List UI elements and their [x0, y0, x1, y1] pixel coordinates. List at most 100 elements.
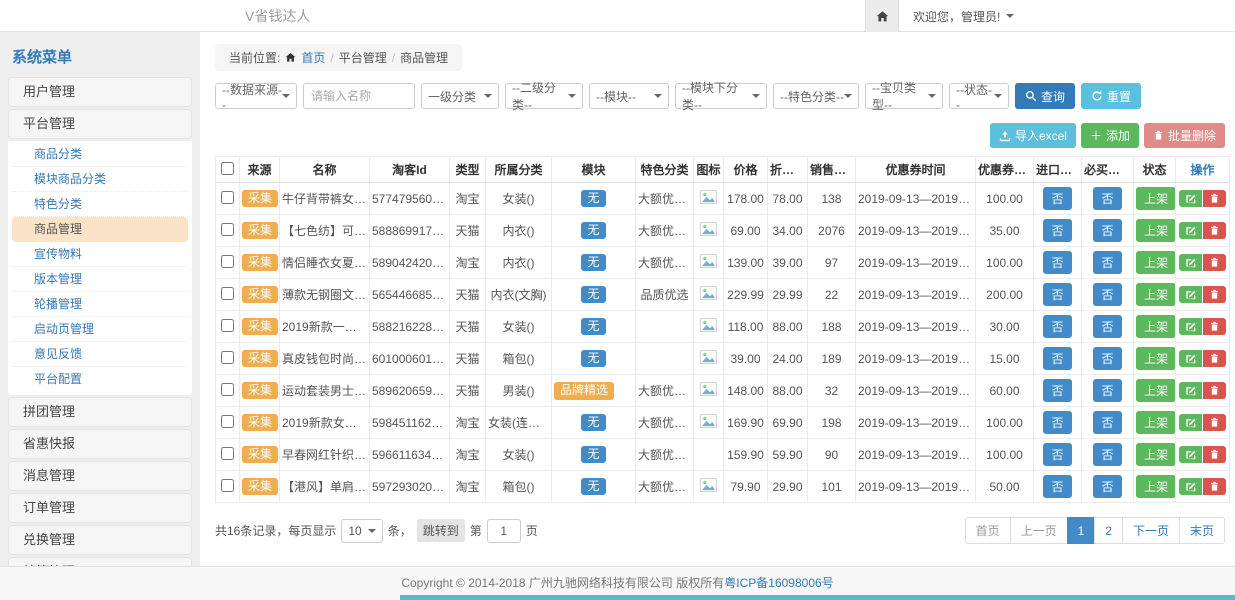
- filter-select[interactable]: --宝贝类型--: [865, 83, 943, 109]
- home-button[interactable]: [865, 0, 899, 32]
- next-page-button[interactable]: 下一页: [1122, 517, 1180, 544]
- row-checkbox[interactable]: [221, 351, 234, 364]
- import-choice-toggle[interactable]: 否: [1043, 379, 1071, 402]
- sidebar-item[interactable]: 平台配置: [12, 367, 188, 392]
- jump-button[interactable]: 跳转到: [417, 519, 465, 542]
- filter-select[interactable]: --二级分类--: [505, 83, 583, 109]
- edit-button[interactable]: [1179, 318, 1202, 335]
- breadcrumb-home-link[interactable]: 首页: [301, 49, 325, 66]
- must-buy-toggle[interactable]: 否: [1093, 283, 1121, 306]
- edit-button[interactable]: [1179, 222, 1202, 239]
- must-buy-toggle[interactable]: 否: [1093, 347, 1121, 370]
- row-checkbox[interactable]: [221, 255, 234, 268]
- last-page-button[interactable]: 末页: [1179, 517, 1225, 544]
- sidebar-section[interactable]: 平台管理: [8, 109, 192, 139]
- import-choice-toggle[interactable]: 否: [1043, 315, 1071, 338]
- row-checkbox[interactable]: [221, 223, 234, 236]
- page-size-select[interactable]: 10: [341, 519, 382, 543]
- must-buy-toggle[interactable]: 否: [1093, 251, 1121, 274]
- sidebar-item[interactable]: 商品分类: [12, 142, 188, 167]
- row-checkbox[interactable]: [221, 383, 234, 396]
- edit-button[interactable]: [1179, 382, 1202, 399]
- edit-button[interactable]: [1179, 286, 1202, 303]
- must-buy-toggle[interactable]: 否: [1093, 187, 1121, 210]
- delete-button[interactable]: [1203, 254, 1226, 271]
- page-number-button[interactable]: 1: [1067, 517, 1096, 544]
- row-checkbox[interactable]: [221, 415, 234, 428]
- delete-button[interactable]: [1203, 318, 1226, 335]
- user-menu[interactable]: 欢迎您，管理员!: [899, 0, 1028, 32]
- must-buy-toggle[interactable]: 否: [1093, 219, 1121, 242]
- filter-select[interactable]: --状态--: [949, 83, 1009, 109]
- delete-button[interactable]: [1203, 446, 1226, 463]
- filter-select[interactable]: --特色分类--: [773, 83, 859, 109]
- sidebar-section[interactable]: 消息管理: [8, 461, 192, 491]
- sidebar-item[interactable]: 轮播管理: [12, 292, 188, 317]
- import-choice-toggle[interactable]: 否: [1043, 411, 1071, 434]
- status-toggle[interactable]: 上架: [1136, 283, 1176, 306]
- jump-page-input[interactable]: [487, 519, 521, 543]
- name-filter-input[interactable]: [303, 83, 415, 109]
- filter-select[interactable]: --模块下分类--: [675, 83, 767, 109]
- import-choice-toggle[interactable]: 否: [1043, 347, 1071, 370]
- search-button[interactable]: 查询: [1015, 83, 1075, 109]
- delete-button[interactable]: [1203, 478, 1226, 495]
- status-toggle[interactable]: 上架: [1136, 315, 1176, 338]
- row-checkbox[interactable]: [221, 191, 234, 204]
- filter-select[interactable]: --模块--: [589, 83, 669, 109]
- page-number-button[interactable]: 2: [1094, 517, 1123, 544]
- sidebar-item[interactable]: 版本管理: [12, 267, 188, 292]
- delete-button[interactable]: [1203, 190, 1226, 207]
- delete-button[interactable]: [1203, 382, 1226, 399]
- bottom-scrollbar[interactable]: [400, 595, 1235, 600]
- edit-button[interactable]: [1179, 254, 1202, 271]
- status-toggle[interactable]: 上架: [1136, 379, 1176, 402]
- import-choice-toggle[interactable]: 否: [1043, 475, 1071, 498]
- prev-page-button[interactable]: 上一页: [1010, 517, 1068, 544]
- sidebar-section[interactable]: 订单管理: [8, 493, 192, 523]
- filter-select[interactable]: --数据来源--: [215, 83, 297, 109]
- must-buy-toggle[interactable]: 否: [1093, 411, 1121, 434]
- sidebar-item[interactable]: 模块商品分类: [12, 167, 188, 192]
- first-page-button[interactable]: 首页: [965, 517, 1011, 544]
- import-choice-toggle[interactable]: 否: [1043, 251, 1071, 274]
- sidebar-item[interactable]: 意见反馈: [12, 342, 188, 367]
- status-toggle[interactable]: 上架: [1136, 251, 1176, 274]
- sidebar-section[interactable]: 省惠快报: [8, 429, 192, 459]
- must-buy-toggle[interactable]: 否: [1093, 315, 1121, 338]
- status-toggle[interactable]: 上架: [1136, 443, 1176, 466]
- filter-select[interactable]: 一级分类: [421, 83, 499, 109]
- row-checkbox[interactable]: [221, 447, 234, 460]
- edit-button[interactable]: [1179, 350, 1202, 367]
- add-button[interactable]: ＋ 添加: [1081, 123, 1139, 148]
- import-choice-toggle[interactable]: 否: [1043, 443, 1071, 466]
- status-toggle[interactable]: 上架: [1136, 411, 1176, 434]
- sidebar-item[interactable]: 特色分类: [12, 192, 188, 217]
- sidebar-item[interactable]: 启动页管理: [12, 317, 188, 342]
- edit-button[interactable]: [1179, 190, 1202, 207]
- sidebar-section[interactable]: 用户管理: [8, 77, 192, 107]
- icp-link[interactable]: 粤ICP备16098006号: [724, 576, 833, 590]
- sidebar-section[interactable]: 兑换管理: [8, 525, 192, 555]
- delete-button[interactable]: [1203, 414, 1226, 431]
- sidebar-item[interactable]: 宣传物料: [12, 242, 188, 267]
- row-checkbox[interactable]: [221, 319, 234, 332]
- batch-delete-button[interactable]: 批量删除: [1144, 123, 1225, 148]
- select-all-checkbox[interactable]: [221, 162, 234, 175]
- status-toggle[interactable]: 上架: [1136, 187, 1176, 210]
- import-choice-toggle[interactable]: 否: [1043, 219, 1071, 242]
- status-toggle[interactable]: 上架: [1136, 475, 1176, 498]
- row-checkbox[interactable]: [221, 479, 234, 492]
- status-toggle[interactable]: 上架: [1136, 347, 1176, 370]
- delete-button[interactable]: [1203, 222, 1226, 239]
- edit-button[interactable]: [1179, 478, 1202, 495]
- reset-button[interactable]: 重置: [1081, 83, 1141, 109]
- edit-button[interactable]: [1179, 414, 1202, 431]
- status-toggle[interactable]: 上架: [1136, 219, 1176, 242]
- import-excel-button[interactable]: 导入excel: [990, 123, 1076, 148]
- sidebar-item[interactable]: 商品管理: [12, 217, 188, 242]
- must-buy-toggle[interactable]: 否: [1093, 475, 1121, 498]
- delete-button[interactable]: [1203, 286, 1226, 303]
- import-choice-toggle[interactable]: 否: [1043, 283, 1071, 306]
- import-choice-toggle[interactable]: 否: [1043, 187, 1071, 210]
